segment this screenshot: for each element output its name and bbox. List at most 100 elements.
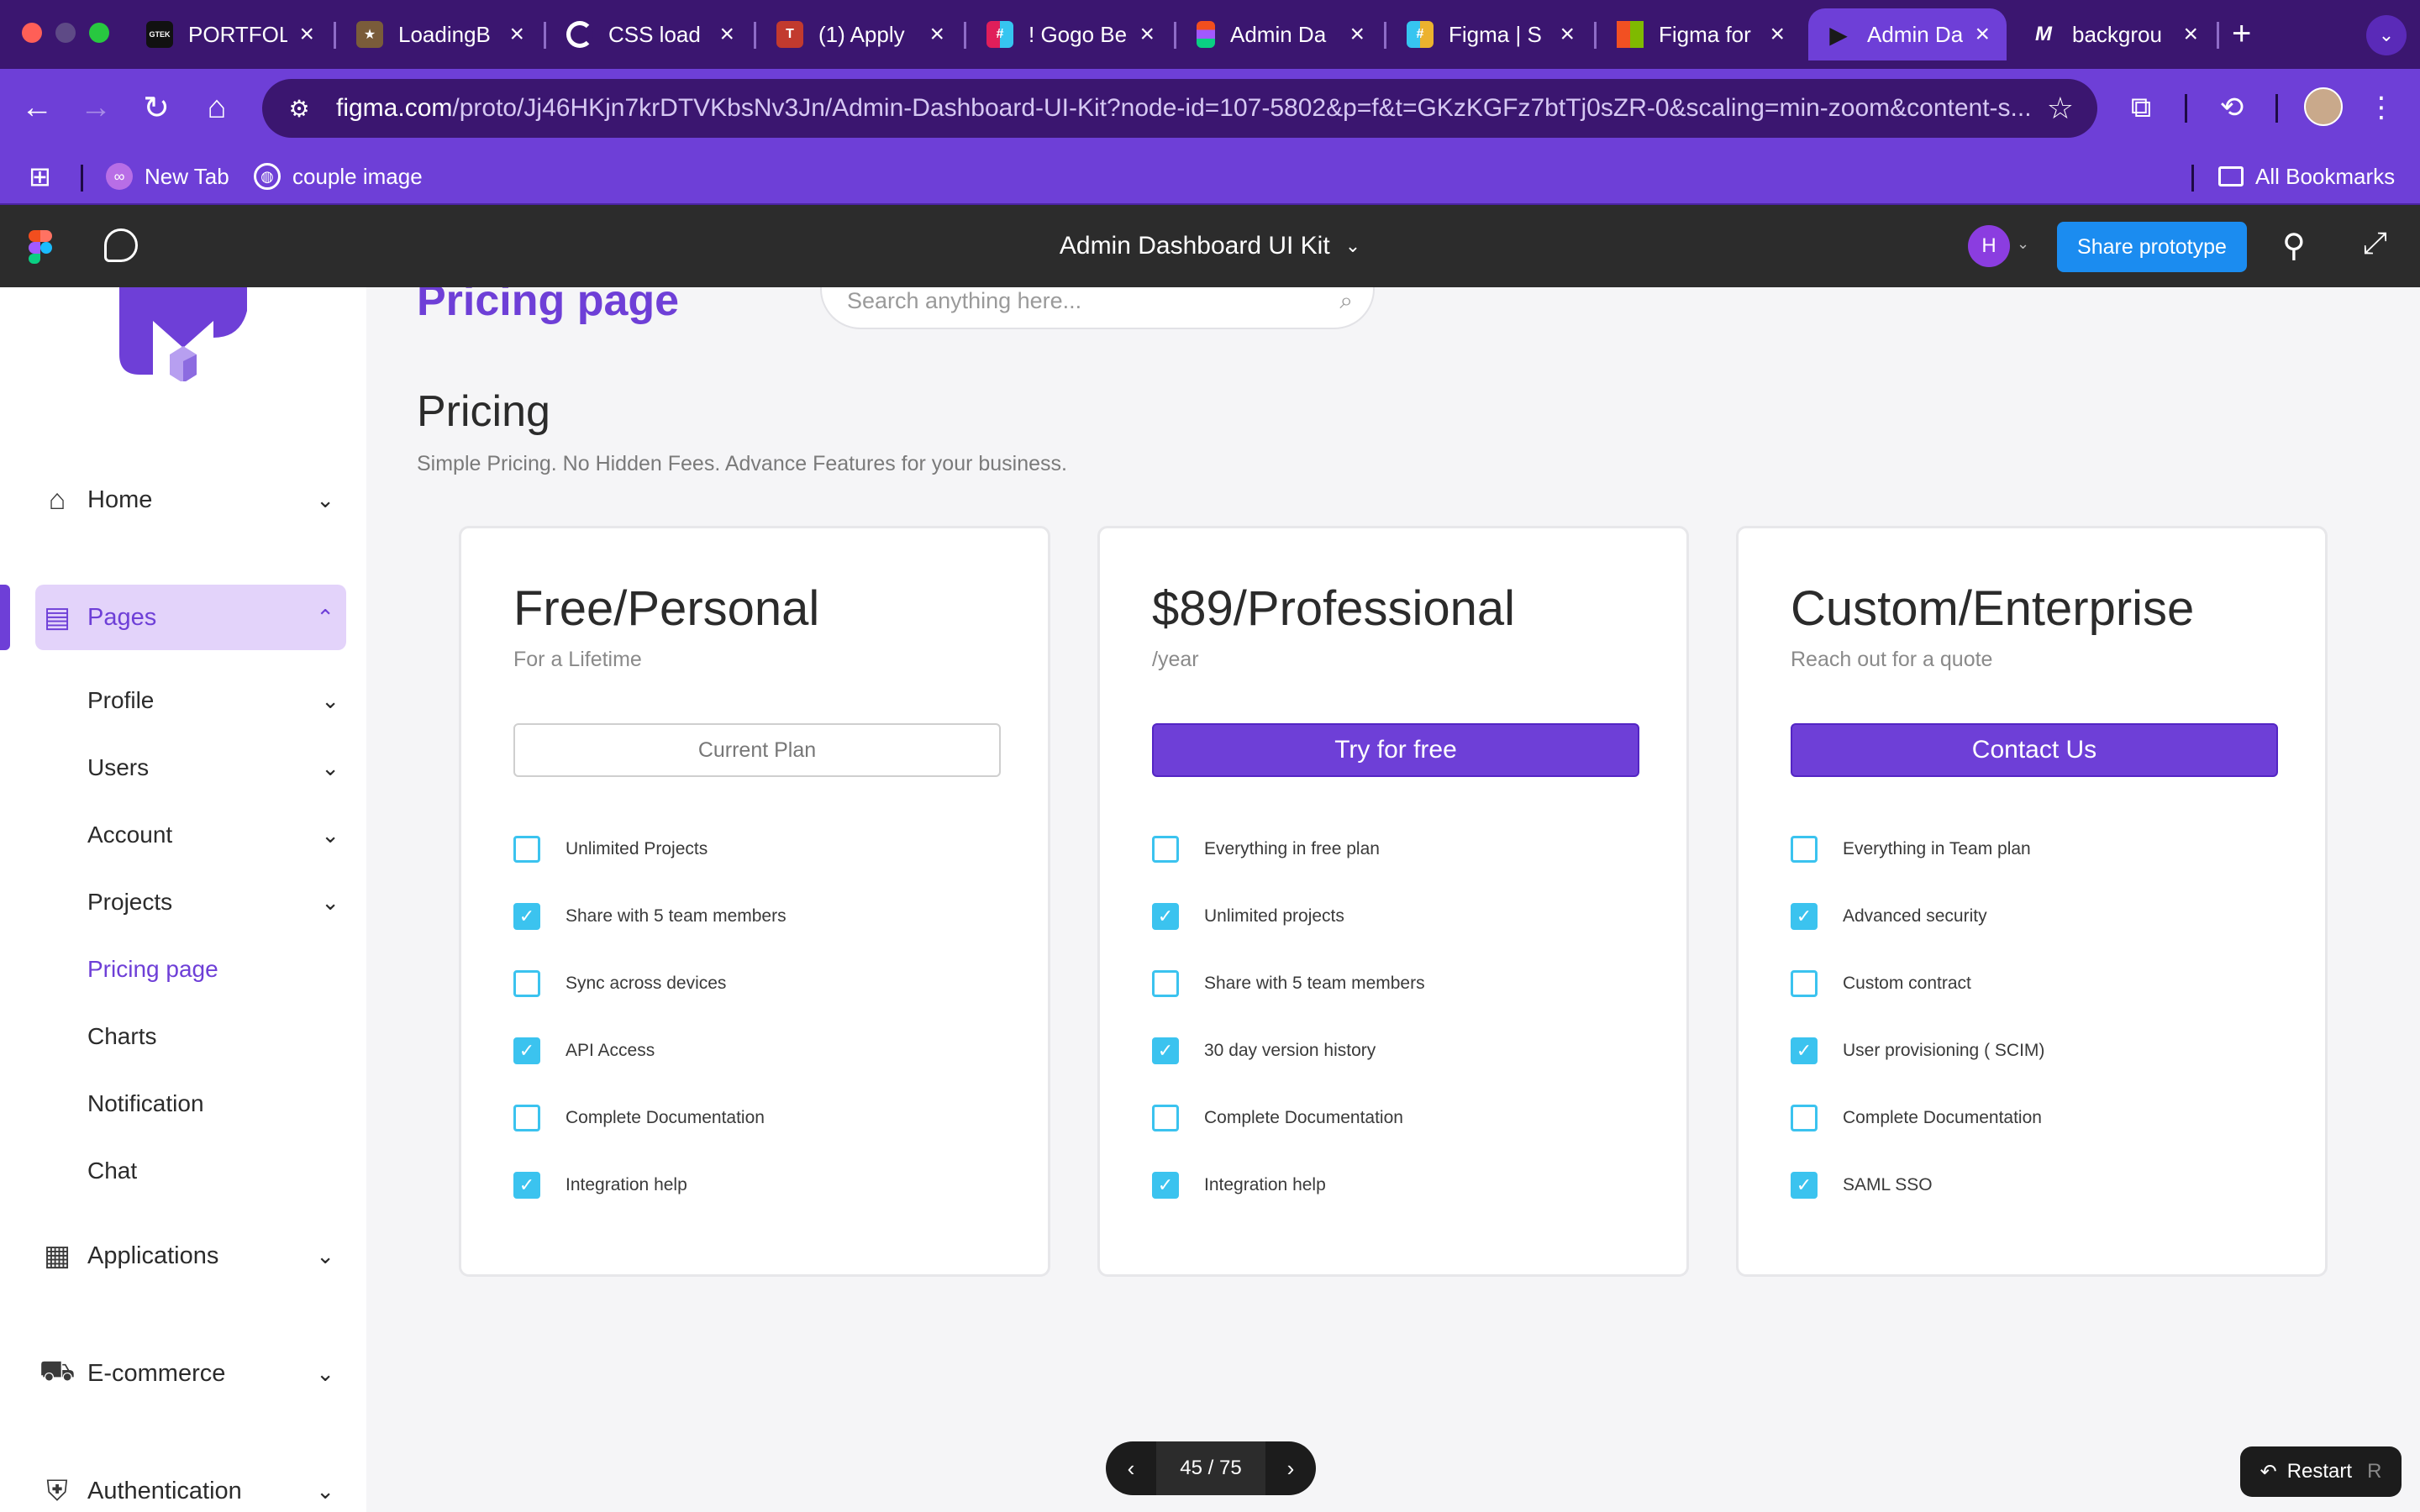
forward-arrow-icon[interactable]: → bbox=[74, 86, 118, 129]
figma-logo-icon[interactable] bbox=[29, 230, 52, 264]
settings-sliders-icon[interactable]: ⚲ bbox=[2282, 227, 2306, 265]
checkbox[interactable]: ✓ bbox=[513, 1037, 540, 1064]
browser-tab-4[interactable]: T (1) Apply × bbox=[760, 8, 961, 60]
chevron-down-icon[interactable]: ⌄ bbox=[316, 487, 334, 513]
new-tab-plus-icon[interactable]: + bbox=[2232, 15, 2251, 53]
close-icon[interactable]: × bbox=[1975, 20, 1990, 49]
feature-row[interactable]: ✓ Unlimited projects bbox=[1152, 900, 1344, 933]
feature-row[interactable]: ✓ API Access bbox=[513, 1034, 655, 1068]
sidebar-subitem-profile[interactable]: Profile ⌄ bbox=[87, 677, 339, 724]
sidebar-subitem-charts[interactable]: Charts bbox=[87, 1013, 339, 1060]
feature-row[interactable]: Everything in free plan bbox=[1152, 832, 1380, 866]
feature-row[interactable]: Complete Documentation bbox=[1791, 1101, 2042, 1135]
chevron-down-icon[interactable]: ⌄ bbox=[316, 1243, 334, 1269]
chevron-left-icon[interactable]: ‹ bbox=[1106, 1441, 1156, 1495]
minimize-window-icon[interactable] bbox=[55, 23, 76, 43]
checkbox[interactable] bbox=[1791, 1105, 1818, 1131]
browser-tab-3[interactable]: CSS load × bbox=[550, 8, 751, 60]
chevron-down-icon[interactable]: ⌄ bbox=[321, 755, 339, 781]
close-icon[interactable]: × bbox=[929, 20, 944, 49]
sidebar-item-applications[interactable]: ▦ Applications ⌄ bbox=[0, 1223, 366, 1289]
chevron-right-icon[interactable]: › bbox=[1265, 1441, 1316, 1495]
sidebar-subitem-chat[interactable]: Chat bbox=[87, 1147, 339, 1194]
checkbox[interactable] bbox=[1791, 970, 1818, 997]
close-icon[interactable]: × bbox=[1349, 20, 1365, 49]
feature-row[interactable]: ✓ Advanced security bbox=[1791, 900, 1987, 933]
history-icon[interactable]: ⟲ bbox=[2212, 87, 2252, 128]
feature-row[interactable]: Complete Documentation bbox=[513, 1101, 765, 1135]
sidebar-subitem-notification[interactable]: Notification bbox=[87, 1080, 339, 1127]
search-icon[interactable]: ⌕ bbox=[1339, 287, 1353, 315]
feature-row[interactable]: Complete Documentation bbox=[1152, 1101, 1403, 1135]
chevron-up-icon[interactable]: ⌃ bbox=[316, 605, 334, 631]
search-box[interactable]: ⌕ bbox=[820, 287, 1375, 329]
checkbox[interactable] bbox=[513, 836, 540, 863]
checkbox[interactable] bbox=[1791, 836, 1818, 863]
checkbox[interactable]: ✓ bbox=[1152, 1037, 1179, 1064]
chevron-down-icon[interactable]: ⌄ bbox=[316, 1361, 334, 1387]
chevron-down-icon[interactable]: ⌄ bbox=[321, 822, 339, 848]
reload-icon[interactable]: ↻ bbox=[134, 86, 178, 129]
feature-row[interactable]: ✓ 30 day version history bbox=[1152, 1034, 1376, 1068]
sidebar-item-pages[interactable]: ▤ Pages ⌃ bbox=[0, 585, 366, 650]
maximize-window-icon[interactable] bbox=[89, 23, 109, 43]
feature-row[interactable]: Everything in Team plan bbox=[1791, 832, 2031, 866]
sidebar-subitem-projects[interactable]: Projects ⌄ bbox=[87, 879, 339, 926]
restart-button[interactable]: ↶ Restart R bbox=[2240, 1446, 2402, 1497]
share-prototype-button[interactable]: Share prototype bbox=[2057, 222, 2247, 272]
close-icon[interactable]: × bbox=[1139, 20, 1155, 49]
bookmark-couple-image[interactable]: ◍ couple image bbox=[254, 160, 423, 193]
url-text[interactable]: figma.com/proto/Jj46HKjn7krDTVKbsNv3Jn/A… bbox=[336, 94, 2033, 123]
feature-row[interactable]: Unlimited Projects bbox=[513, 832, 708, 866]
chevron-down-icon[interactable]: ⌄ bbox=[321, 890, 339, 916]
home-icon[interactable]: ⌂ bbox=[195, 86, 239, 129]
sidebar-item-e-commerce[interactable]: ⛟ E-commerce ⌄ bbox=[0, 1341, 366, 1406]
extensions-puzzle-icon[interactable]: ⧉ bbox=[2121, 87, 2161, 128]
feature-row[interactable]: Share with 5 team members bbox=[1152, 967, 1425, 1000]
apps-grid-icon[interactable]: ⊞ bbox=[29, 160, 51, 193]
browser-tab-7[interactable]: # Figma | S × bbox=[1390, 8, 1591, 60]
comment-icon[interactable] bbox=[104, 228, 138, 262]
close-window-icon[interactable] bbox=[22, 23, 42, 43]
address-bar[interactable]: ⚙ figma.com/proto/Jj46HKjn7krDTVKbsNv3Jn… bbox=[262, 79, 2097, 138]
all-bookmarks-folder[interactable]: All Bookmarks bbox=[2218, 160, 2395, 193]
close-icon[interactable]: × bbox=[509, 20, 524, 49]
avatar[interactable]: H bbox=[1968, 225, 2010, 267]
sidebar-subitem-account[interactable]: Account ⌄ bbox=[87, 811, 339, 858]
checkbox[interactable] bbox=[1152, 1105, 1179, 1131]
checkbox[interactable]: ✓ bbox=[1791, 903, 1818, 930]
close-icon[interactable]: × bbox=[2183, 20, 2198, 49]
browser-tab-9-active[interactable]: ▶ Admin Da × bbox=[1808, 8, 2007, 60]
checkbox[interactable]: ✓ bbox=[1791, 1037, 1818, 1064]
figma-file-title[interactable]: Admin Dashboard UI Kit bbox=[1060, 232, 1330, 260]
close-icon[interactable]: × bbox=[1560, 20, 1575, 49]
sidebar-item-authentication[interactable]: ⛨ Authentication ⌄ bbox=[0, 1458, 366, 1512]
fullscreen-expand-icon[interactable]: ⤢ bbox=[2363, 225, 2387, 261]
feature-row[interactable]: ✓ Share with 5 team members bbox=[513, 900, 786, 933]
close-icon[interactable]: × bbox=[1770, 20, 1785, 49]
site-settings-icon[interactable]: ⚙ bbox=[282, 92, 316, 125]
checkbox[interactable] bbox=[1152, 970, 1179, 997]
feature-row[interactable]: Sync across devices bbox=[513, 967, 726, 1000]
chevron-down-icon[interactable]: ⌄ bbox=[316, 1478, 334, 1504]
feature-row[interactable]: ✓ User provisioning ( SCIM) bbox=[1791, 1034, 2044, 1068]
checkbox[interactable]: ✓ bbox=[1791, 1172, 1818, 1199]
search-input[interactable] bbox=[847, 287, 1318, 318]
browser-tab-1[interactable]: GTEK PORTFOL × bbox=[129, 8, 331, 60]
profile-avatar[interactable] bbox=[2304, 87, 2343, 126]
sidebar-subitem-users[interactable]: Users ⌄ bbox=[87, 744, 339, 791]
sidebar-subitem-pricing-page[interactable]: Pricing page bbox=[87, 946, 339, 993]
close-icon[interactable]: × bbox=[299, 20, 314, 49]
browser-tab-6[interactable]: Admin Da × bbox=[1180, 8, 1381, 60]
browser-tab-5[interactable]: # ! Gogo Be × bbox=[970, 8, 1171, 60]
feature-row[interactable]: Custom contract bbox=[1791, 967, 1971, 1000]
contact-us-button[interactable]: Contact Us bbox=[1791, 723, 2278, 777]
checkbox[interactable] bbox=[1152, 836, 1179, 863]
tab-search-chevron-icon[interactable]: ⌄ bbox=[2366, 15, 2407, 55]
back-arrow-icon[interactable]: ← bbox=[15, 86, 59, 129]
checkbox[interactable]: ✓ bbox=[513, 903, 540, 930]
checkbox[interactable] bbox=[513, 970, 540, 997]
checkbox[interactable]: ✓ bbox=[1152, 1172, 1179, 1199]
feature-row[interactable]: ✓ Integration help bbox=[1152, 1168, 1326, 1202]
checkbox[interactable] bbox=[513, 1105, 540, 1131]
